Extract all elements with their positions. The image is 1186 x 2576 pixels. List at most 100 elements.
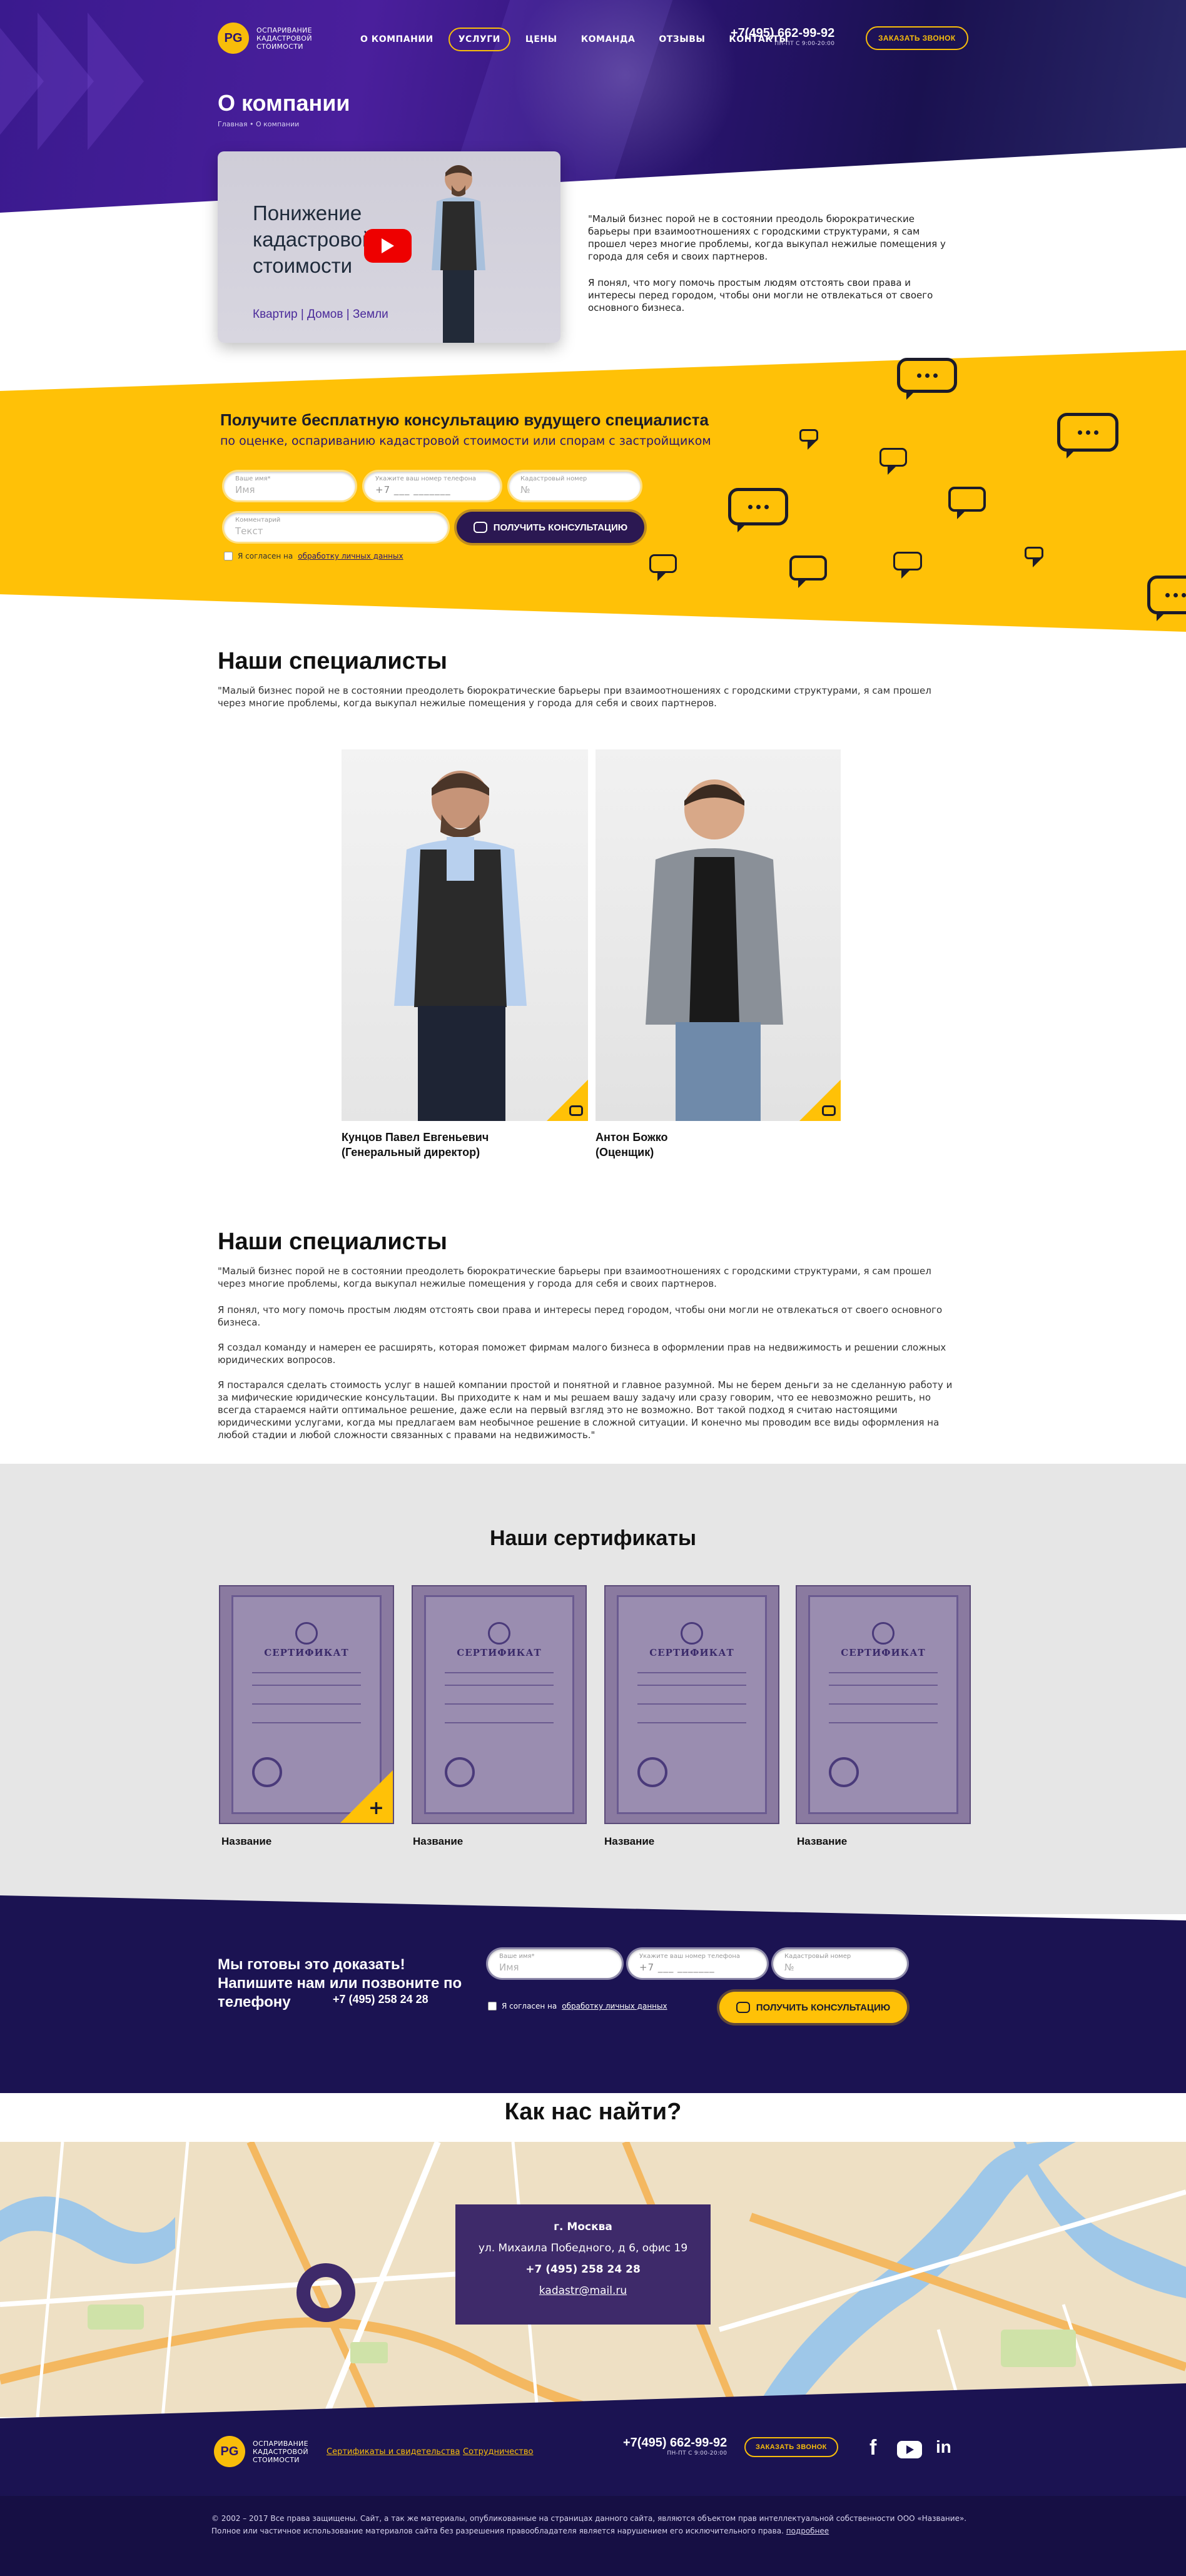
name-label: Ваше имя*	[235, 475, 271, 482]
chat-icon	[569, 1105, 583, 1116]
agree-text: Я согласен на	[238, 552, 293, 560]
prove-phone[interactable]: +7 (495) 258 24 28	[333, 1993, 428, 2006]
phone-placeholder: +7 ___ _______	[639, 1962, 715, 1973]
certificate-word: СЕРТИФИКАТ	[457, 1647, 542, 1658]
contact-address: ул. Михаила Победного, д 6, офис 19	[478, 2242, 688, 2254]
certificate-line	[445, 1685, 554, 1686]
plus-icon[interactable]: +	[368, 1797, 384, 1819]
chat-bubble-icon	[1147, 576, 1186, 621]
specialist-name-text: Кунцов Павел Евгеньевич	[342, 1131, 489, 1143]
phone-field[interactable]: Укажите ваш номер телефона +7 ___ ______…	[628, 1949, 767, 1978]
youtube-play-icon[interactable]	[364, 229, 412, 263]
footer-hours: ПН-ПТ С 9:00-20:00	[667, 2450, 727, 2457]
specialists2-paragraph: Я постарался сделать стоимость услуг в н…	[218, 1379, 953, 1441]
certificate-card[interactable]: СЕРТИФИКАТ	[412, 1585, 587, 1824]
certificate-line	[252, 1722, 361, 1723]
location-pin-icon[interactable]	[296, 2263, 355, 2322]
chat-bubble-icon	[1057, 413, 1118, 459]
header-call-button[interactable]: ЗАКАЗАТЬ ЗВОНОК	[866, 26, 968, 50]
footer-phone-block: +7(495) 662-99-92 ПН-ПТ С 9:00-20:00	[623, 2436, 727, 2457]
nav-about[interactable]: О КОМПАНИИ	[352, 29, 442, 50]
certificate-line	[829, 1672, 938, 1673]
specialist-name: Кунцов Павел Евгеньевич (Генеральный дир…	[342, 1130, 489, 1160]
nav-reviews[interactable]: ОТЗЫВЫ	[650, 29, 714, 50]
header-hours: ПН-ПТ С 9:00-20:00	[774, 41, 835, 47]
name-field[interactable]: Ваше имя* Имя	[224, 472, 355, 500]
specialist-photo	[394, 771, 527, 1121]
comment-placeholder: Текст	[235, 525, 263, 537]
logo-text: Оспаривание кадастровой стоимости	[256, 26, 312, 51]
cadastral-field[interactable]: Кадастровый номер №	[509, 472, 641, 500]
prove-submit-button[interactable]: ПОЛУЧИТЬ КОНСУЛЬТАЦИЮ	[719, 1992, 907, 2023]
nav-services[interactable]: УСЛУГИ	[448, 28, 510, 51]
facebook-icon[interactable]: f	[869, 2436, 876, 2460]
footer-logo[interactable]: PG Оспаривание кадастровой стоимости	[214, 2436, 313, 2467]
about-paragraph: Я понял, что могу помочь простым людям о…	[588, 277, 933, 313]
logo-text: Оспаривание кадастровой стоимости	[253, 2439, 308, 2464]
specialist-card[interactable]	[596, 749, 841, 1121]
chat-bubble-icon	[948, 487, 986, 519]
video-person-image	[432, 165, 485, 343]
comment-field[interactable]: Комментарий Текст	[224, 513, 448, 542]
certificate-frame: СЕРТИФИКАТ	[808, 1595, 958, 1814]
agree-text: Я согласен на	[502, 2002, 557, 2011]
phone-label: Укажите ваш номер телефона	[375, 475, 477, 482]
chat-bubble-icon	[897, 358, 957, 400]
consult-button-label: ПОЛУЧИТЬ КОНСУЛЬТАЦИЮ	[493, 522, 628, 533]
logo-badge: PG	[214, 2436, 245, 2467]
chat-bubble-icon	[879, 448, 907, 475]
certificate-line	[829, 1703, 938, 1705]
certificate-seal-icon	[488, 1622, 510, 1645]
name-label: Ваше имя*	[499, 1953, 535, 1960]
phone-field[interactable]: Укажите ваш номер телефона +7 ___ ______…	[364, 472, 500, 500]
chat-bubble-icon	[893, 552, 922, 579]
certificate-card[interactable]: СЕРТИФИКАТ	[604, 1585, 779, 1824]
nav-team[interactable]: КОМАНДА	[572, 29, 644, 50]
footer-link-certificates[interactable]: Сертификаты и свидетельства	[327, 2447, 460, 2457]
contact-phone[interactable]: +7 (495) 258 24 28	[455, 2263, 711, 2276]
certificate-card[interactable]: СЕРТИФИКАТ	[796, 1585, 971, 1824]
specialists2-paragraph: "Малый бизнес порой не в состоянии преод…	[218, 1265, 931, 1289]
youtube-icon[interactable]	[897, 2441, 922, 2458]
page-title: О компании	[218, 90, 350, 116]
consult-submit-button[interactable]: ПОЛУЧИТЬ КОНСУЛЬТАЦИЮ	[457, 512, 644, 543]
agree-link[interactable]: обработку личных данных	[562, 2002, 667, 2011]
specialists-heading: Наши специалисты	[218, 648, 447, 674]
specialist-name: Антон Божко (Оценщик)	[596, 1130, 668, 1160]
name-field[interactable]: Ваше имя* Имя	[488, 1949, 622, 1978]
video-thumbnail[interactable]: Понижение кадастровой стоимости Квартир …	[218, 151, 560, 343]
video-subtitle: Квартир | Домов | Земли	[253, 308, 388, 321]
certificate-card[interactable]: СЕРТИФИКАТ +	[219, 1585, 394, 1824]
specialist-photo	[646, 779, 783, 1121]
copyright-more-link[interactable]: подробнее	[786, 2527, 829, 2535]
consult-heading: Получите бесплатную консультацию вудущег…	[220, 410, 709, 429]
copyright: © 2002 – 2017 Все права защищены. Сайт, …	[211, 2512, 981, 2537]
certificate-line	[637, 1722, 746, 1723]
breadcrumb[interactable]: Главная • О компании	[218, 120, 299, 128]
agree-link[interactable]: обработку личных данных	[298, 552, 403, 560]
certificate-word: СЕРТИФИКАТ	[649, 1647, 734, 1658]
specialists2-paragraph: Я понял, что могу помочь простым людям о…	[218, 1304, 943, 1328]
linkedin-icon[interactable]: in	[936, 2437, 951, 2457]
agree-checkbox[interactable]	[224, 552, 233, 560]
header-phone[interactable]: +7(495) 662-99-92	[731, 26, 834, 41]
about-text: "Малый бизнес порой не в состоянии преод…	[588, 213, 951, 328]
certificate-line	[637, 1685, 746, 1686]
footer-call-button[interactable]: ЗАКАЗАТЬ ЗВОНОК	[744, 2437, 838, 2457]
agree-row: Я согласен на обработку личных данных	[488, 2002, 667, 2011]
certificate-line	[252, 1672, 361, 1673]
footer-link-cooperation[interactable]: Сотрудничество	[463, 2447, 534, 2457]
cadastral-field[interactable]: Кадастровый номер №	[773, 1949, 907, 1978]
chat-bubble-icon	[789, 555, 827, 588]
specialist-card[interactable]	[342, 749, 588, 1121]
phone-label: Укажите ваш номер телефона	[639, 1953, 741, 1960]
logo[interactable]: PG Оспаривание кадастровой стоимости	[218, 23, 317, 54]
nav-prices[interactable]: ЦЕНЫ	[517, 29, 566, 50]
phone-placeholder: +7 ___ _______	[375, 484, 451, 495]
certificate-line	[637, 1703, 746, 1705]
contact-city: г. Москва	[554, 2221, 612, 2233]
footer-phone[interactable]: +7(495) 662-99-92	[623, 2436, 727, 2450]
certificate-line	[445, 1703, 554, 1705]
agree-checkbox[interactable]	[488, 2002, 497, 2011]
contact-email[interactable]: kadastr@mail.ru	[539, 2284, 627, 2297]
